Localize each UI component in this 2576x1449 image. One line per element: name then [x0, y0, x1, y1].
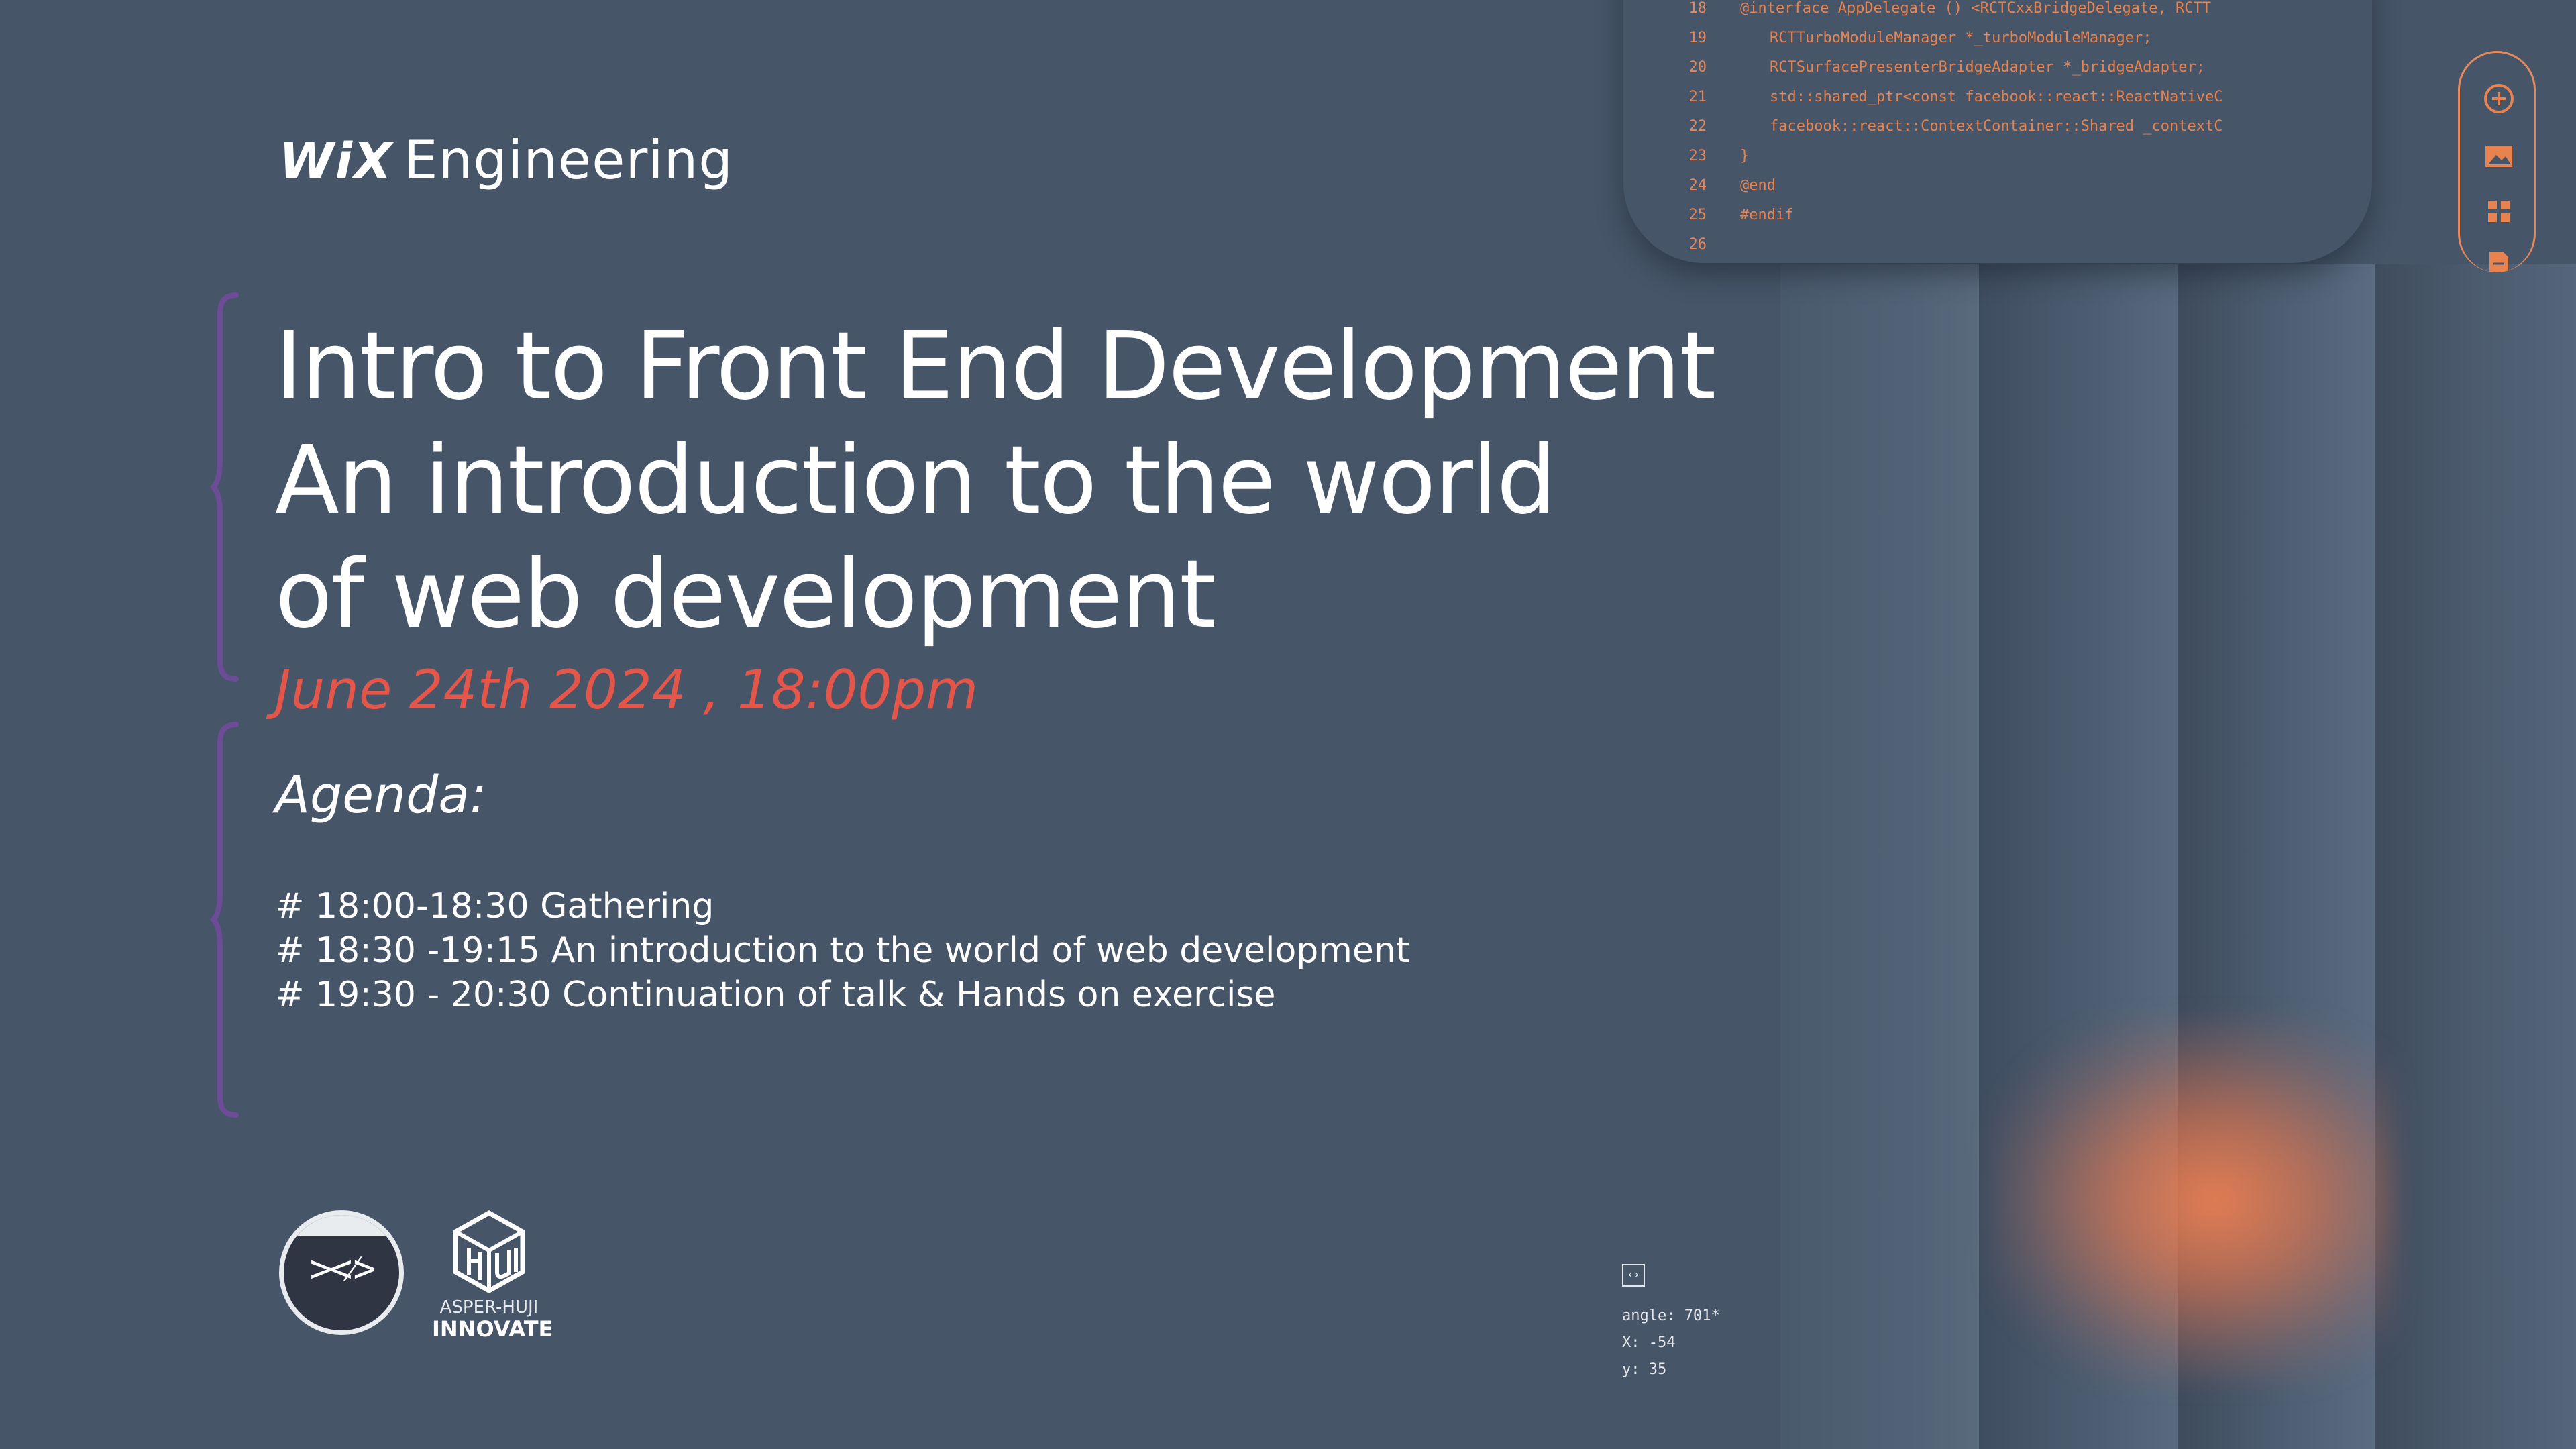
wix-engineering-logo: WiX Engineering: [279, 129, 733, 191]
line-number: 25: [1688, 207, 1707, 223]
line-number: 23: [1688, 148, 1707, 164]
y-readout: y: 35: [1622, 1361, 1667, 1378]
code-text: @end: [1740, 177, 1776, 194]
agenda-item: # 18:30 -19:15 An introduction to the wo…: [275, 930, 1410, 971]
line-number: 21: [1688, 89, 1707, 105]
line-number: 18: [1688, 0, 1707, 17]
huji-cube-icon: [453, 1210, 525, 1293]
asper-huji-innovate-logo: ASPER-HUJI INNOVATE: [432, 1210, 553, 1342]
grid-icon[interactable]: [2483, 195, 2515, 227]
left-brace-decoration: [209, 722, 239, 1118]
code-text: std::shared_ptr<const facebook::react::R…: [1770, 89, 2223, 105]
line-number: 22: [1688, 118, 1707, 135]
event-title: Intro to Front End Development An introd…: [275, 310, 1716, 652]
agenda-item: # 18:00-18:30 Gathering: [275, 886, 714, 926]
code-text: RCTSurfacePresenterBridgeAdapter *_bridg…: [1770, 59, 2206, 76]
agenda-heading: Agenda:: [275, 765, 487, 824]
line-number: 20: [1688, 59, 1707, 76]
line-number: 24: [1688, 177, 1707, 194]
event-date: June 24th 2024 , 18:00pm: [275, 659, 979, 721]
code-tag-icon: ‹›: [1622, 1264, 1645, 1287]
code-brackets-icon: ><⁄>: [309, 1247, 376, 1291]
left-brace-decoration: [209, 292, 239, 682]
code-community-logo: ><⁄>: [279, 1210, 404, 1335]
logo-cap: [284, 1215, 399, 1236]
title-line: Intro to Front End Development: [275, 312, 1716, 421]
code-text: #endif: [1740, 207, 1794, 223]
title-line: An introduction to the world: [275, 426, 1556, 535]
code-text: @interface AppDelegate () <RCTCxxBridgeD…: [1740, 0, 2211, 17]
coordinates-readout: angle: 701* X: -54 y: 35: [1622, 1303, 1720, 1383]
decorative-pillar: [1780, 264, 1979, 1449]
document-icon[interactable]: [2483, 248, 2515, 272]
plus-circle-icon[interactable]: [2483, 83, 2515, 115]
orange-glow-decoration: [1992, 1020, 2395, 1382]
decorative-pillar: [2375, 264, 2576, 1449]
image-icon[interactable]: [2483, 143, 2515, 170]
agenda-item: # 19:30 - 20:30 Continuation of talk & H…: [275, 975, 1276, 1015]
title-line: of web development: [275, 540, 1216, 649]
editor-toolbar: [2458, 51, 2536, 272]
engineering-wordmark: Engineering: [404, 129, 734, 191]
line-number: 26: [1688, 236, 1707, 253]
huji-label: ASPER-HUJI: [439, 1297, 539, 1318]
code-editor-panel: 18 @interface AppDelegate () <RCTCxxBrid…: [1623, 0, 2372, 263]
x-readout: X: -54: [1622, 1334, 1676, 1351]
innovate-label: INNOVATE: [432, 1316, 553, 1342]
code-text: facebook::react::ContextContainer::Share…: [1770, 118, 2223, 135]
code-text: RCTTurboModuleManager *_turboModuleManag…: [1770, 30, 2152, 46]
wix-wordmark: WiX: [279, 133, 394, 191]
code-text: }: [1740, 148, 1750, 164]
angle-readout: angle: 701*: [1622, 1307, 1720, 1324]
line-number: 19: [1688, 30, 1707, 46]
agenda-list: # 18:00-18:30 Gathering # 18:30 -19:15 A…: [275, 884, 1409, 1017]
